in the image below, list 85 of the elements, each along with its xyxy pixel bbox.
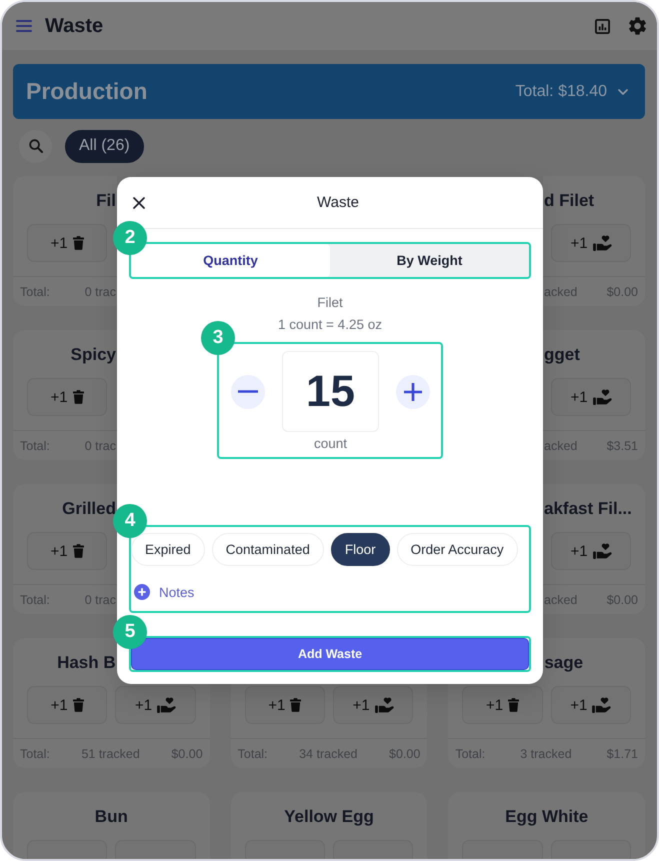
trash-icon: [72, 544, 84, 558]
close-icon[interactable]: [133, 196, 145, 208]
total-label: Total:: [238, 746, 268, 760]
trash-icon: [72, 698, 84, 712]
plus-one-button[interactable]: +1: [551, 532, 631, 570]
plus-circle-icon: [134, 584, 150, 600]
reason-chip[interactable]: Expired: [131, 533, 205, 566]
item-name: gget: [544, 345, 580, 365]
item-name: Grilled: [62, 499, 116, 519]
menu-icon[interactable]: [16, 20, 32, 32]
trash-icon: [508, 698, 520, 712]
plus-one-button[interactable]: +1: [27, 224, 107, 262]
add-waste-button[interactable]: Add Waste: [131, 638, 529, 670]
waste-cost: $1.71: [606, 746, 638, 760]
total-label: Total:: [20, 438, 50, 452]
hand-heart-icon: [157, 697, 176, 713]
search-icon: [28, 139, 42, 153]
plus-one-button[interactable]: +1: [27, 378, 107, 416]
plus-one-button[interactable]: +1: [462, 686, 543, 724]
reason-chip[interactable]: Contaminated: [212, 533, 324, 566]
mode-tab[interactable]: By Weight: [330, 244, 529, 277]
decrement-button[interactable]: [231, 374, 265, 408]
waste-cost: $0.00: [606, 592, 638, 606]
waste-cost: $0.00: [171, 746, 203, 760]
item-name: Egg White: [505, 807, 588, 827]
item-name: Yellow Egg: [284, 807, 374, 827]
plus-one-button[interactable]: +1: [551, 378, 631, 416]
total-label: Total:: [20, 592, 50, 606]
increment-button[interactable]: [396, 374, 430, 408]
app-title: Waste: [45, 14, 104, 38]
item-name: Spicy: [70, 345, 116, 365]
item-name: akfast Fil...: [544, 499, 632, 519]
item-name: Fil: [96, 191, 116, 211]
item-name: Bun: [94, 807, 128, 827]
mode-tab[interactable]: Quantity: [131, 244, 330, 277]
bar-chart-icon[interactable]: [595, 18, 610, 34]
total-label: Total:: [20, 746, 50, 760]
callout-badge: 3: [201, 321, 235, 355]
tracked-count: acked: [544, 284, 578, 298]
hand-heart-icon: [592, 389, 612, 405]
reason-chip[interactable]: Floor: [330, 533, 390, 566]
reason-chip[interactable]: Order Accuracy: [396, 533, 518, 566]
category-total: Total: $18.40: [515, 82, 607, 100]
chevron-down-icon: [618, 88, 628, 94]
item-name: Hash B: [57, 653, 116, 673]
item-name: d Filet: [544, 191, 594, 211]
hand-heart-icon: [592, 235, 612, 251]
plus-icon: [404, 382, 422, 400]
category-banner[interactable]: Production Total: $18.40: [13, 64, 645, 119]
plus-one-button[interactable]: +1: [551, 224, 631, 262]
hand-heart-icon: [374, 697, 394, 713]
unit-label: count: [314, 436, 348, 452]
hand-heart-icon: [592, 543, 612, 559]
item-name: sage: [544, 653, 584, 673]
unit-conversion: 1 count = 4.25 oz: [278, 316, 382, 334]
plus-one-button[interactable]: +1: [27, 532, 107, 570]
total-label: Total:: [20, 284, 50, 298]
callout-badge: 5: [113, 615, 147, 649]
plus-one-button[interactable]: +1: [27, 686, 108, 724]
trash-icon: [290, 698, 302, 712]
tracked-count: acked: [544, 592, 578, 606]
filter-chip[interactable]: All (26): [65, 130, 144, 162]
dialog-title: Waste: [317, 194, 359, 211]
tracked-count: 51 tracked: [81, 746, 140, 760]
waste-cost: $3.51: [606, 438, 638, 452]
hand-heart-icon: [592, 697, 612, 713]
waste-cost: $0.00: [389, 746, 420, 760]
tracked-count: 34 tracked: [299, 746, 358, 760]
settings-icon[interactable]: [629, 17, 646, 35]
total-label: Total:: [455, 746, 486, 760]
plus-one-button[interactable]: +1: [333, 686, 414, 724]
tracked-count: acked: [544, 438, 578, 452]
category-title: Production: [26, 78, 148, 105]
tracked-count: 3 tracked: [520, 746, 572, 760]
item-name: Filet: [317, 294, 343, 312]
plus-one-button[interactable]: +1: [115, 686, 196, 724]
notes-link[interactable]: Notes: [134, 584, 194, 600]
minus-icon: [238, 390, 258, 393]
plus-one-button[interactable]: +1: [244, 686, 325, 724]
trash-icon: [72, 390, 84, 404]
quantity-field[interactable]: 15: [282, 351, 379, 432]
plus-one-button[interactable]: +1: [550, 686, 632, 724]
waste-cost: $0.00: [606, 284, 638, 298]
search-button[interactable]: [19, 130, 52, 162]
trash-icon: [72, 236, 84, 250]
